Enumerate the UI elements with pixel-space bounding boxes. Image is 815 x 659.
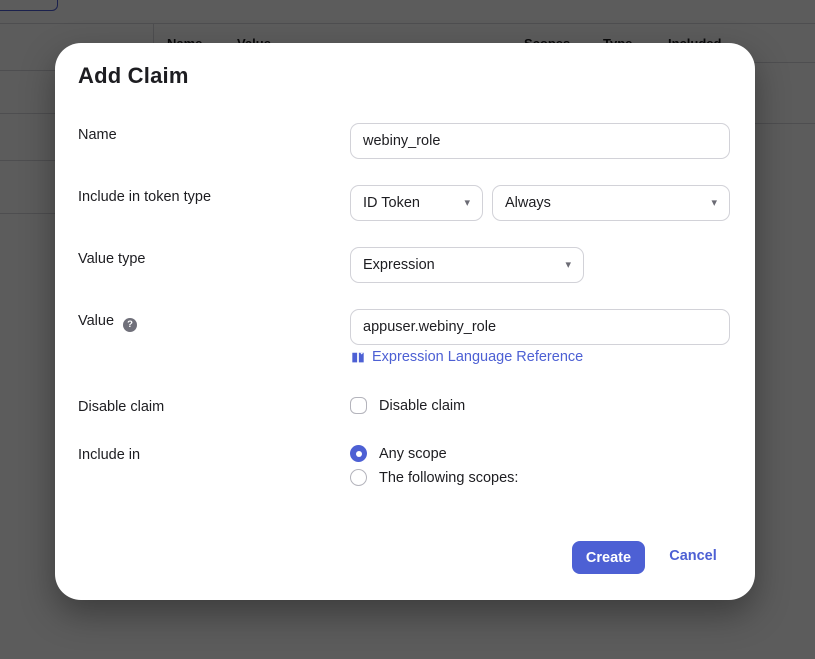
- token-type-select[interactable]: ID Token ▾: [350, 185, 483, 221]
- chevron-down-icon: ▾: [565, 258, 571, 271]
- value-label-text: Value: [78, 313, 115, 329]
- following-scopes-radio[interactable]: [350, 469, 367, 486]
- disable-claim-checkbox[interactable]: [350, 397, 367, 414]
- chevron-down-icon: ▾: [711, 196, 717, 209]
- help-icon[interactable]: ?: [123, 318, 138, 332]
- include-in-option-following-scopes: The following scopes:: [350, 469, 518, 486]
- value-label: Value?: [78, 313, 138, 332]
- token-type-selected-value: ID Token: [363, 195, 420, 211]
- value-type-selected-value: Expression: [363, 257, 435, 273]
- token-inclusion-selected-value: Always: [505, 195, 551, 211]
- token-type-label: Include in token type: [78, 189, 212, 205]
- value-input[interactable]: appuser.webiny_role: [350, 309, 730, 345]
- link-label: Expression Language Reference: [372, 349, 584, 365]
- following-scopes-radio-label: The following scopes:: [379, 469, 519, 486]
- chevron-down-icon: ▾: [464, 196, 470, 209]
- name-input[interactable]: webiny_role: [350, 123, 730, 159]
- include-in-option-any-scope: Any scope: [350, 445, 447, 462]
- disable-claim-checkbox-label: Disable claim: [379, 397, 466, 414]
- create-button[interactable]: Create: [572, 541, 645, 574]
- disable-claim-option: Disable claim: [350, 397, 465, 414]
- cancel-button[interactable]: Cancel: [663, 548, 723, 564]
- include-in-label: Include in: [78, 447, 141, 463]
- value-type-label: Value type: [78, 251, 146, 267]
- disable-claim-label: Disable claim: [78, 399, 165, 415]
- dialog-title: Add Claim: [78, 63, 189, 88]
- add-claim-dialog: Add Claim Name webiny_role Include in to…: [55, 43, 755, 600]
- name-label: Name: [78, 127, 117, 143]
- any-scope-radio-label: Any scope: [379, 445, 447, 462]
- expression-language-reference-link[interactable]: Expression Language Reference: [351, 349, 583, 365]
- value-type-select[interactable]: Expression ▾: [350, 247, 584, 283]
- token-inclusion-select[interactable]: Always ▾: [492, 185, 730, 221]
- book-icon: [352, 352, 364, 362]
- any-scope-radio[interactable]: [350, 445, 367, 462]
